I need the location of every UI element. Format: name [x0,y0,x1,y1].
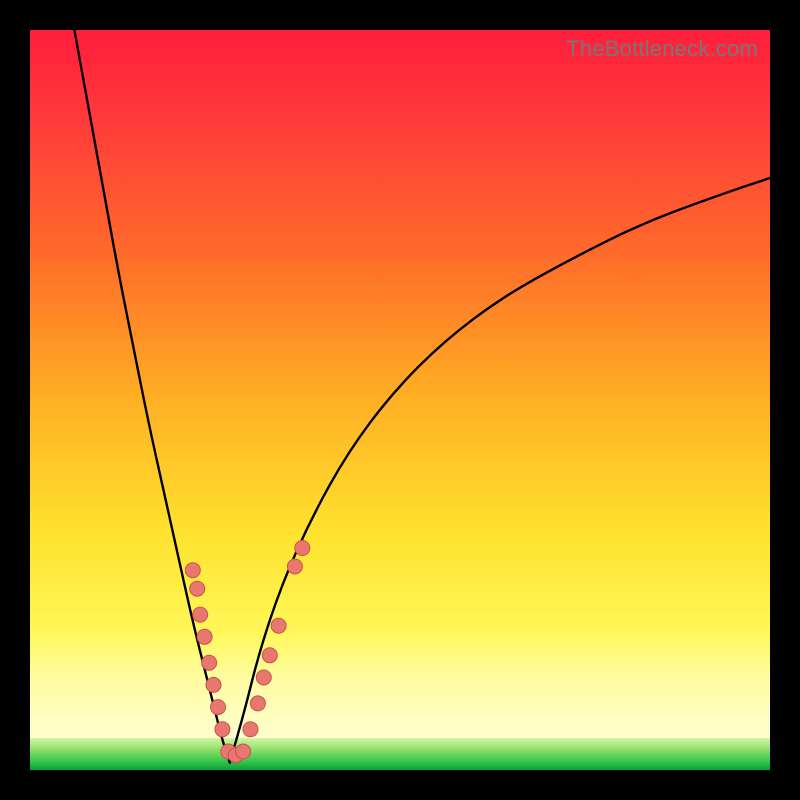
data-point [287,559,302,574]
data-point [215,722,230,737]
data-point [197,629,212,644]
data-point [202,655,217,670]
data-point [262,648,277,663]
data-point [193,607,208,622]
curve-layer [30,30,770,770]
data-point [236,744,251,759]
data-point [211,700,226,715]
data-point [243,722,258,737]
chart-frame: TheBottleneck.com [0,0,800,800]
watermark-text: TheBottleneck.com [566,36,758,62]
data-point [190,581,205,596]
curve-left [74,30,229,763]
curve-right [230,178,770,763]
data-point [206,677,221,692]
data-points [185,541,309,763]
data-point [295,541,310,556]
data-point [185,563,200,578]
plot-area: TheBottleneck.com [30,30,770,770]
data-point [271,618,286,633]
data-point [256,670,271,685]
data-point [250,696,265,711]
